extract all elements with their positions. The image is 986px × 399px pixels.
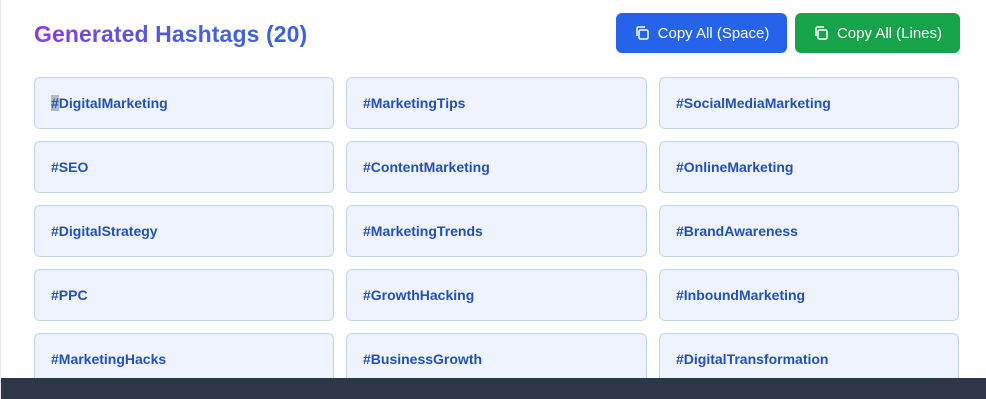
hashtag-chip[interactable]: #PPC [34,269,334,321]
page-title: Generated Hashtags (20) [34,20,308,47]
hashtag-chip[interactable]: #SocialMediaMarketing [659,77,959,129]
hashtag-chip[interactable]: #DigitalStrategy [34,205,334,257]
hashtag-chip[interactable]: #ContentMarketing [346,141,647,193]
copy-all-lines-label: Copy All (Lines) [836,24,943,42]
copy-all-space-label: Copy All (Space) [657,24,770,42]
copy-all-lines-button[interactable]: Copy All (Lines) [795,13,960,53]
hashtag-chip[interactable]: #MarketingTips [346,77,647,129]
hashtag-grid: # DigitalMarketing #MarketingTips #Social… [34,77,959,385]
hashtag-chip[interactable]: #GrowthHacking [346,269,647,321]
bottom-bar [1,378,986,399]
hashtag-chip[interactable]: #InboundMarketing [659,269,959,321]
hashtag-text: DigitalMarketing [58,95,168,111]
hashtag-chip[interactable]: #SEO [34,141,334,193]
hashtag-chip[interactable]: # DigitalMarketing [34,77,334,129]
text-cursor-highlight: # [51,95,59,111]
hashtag-results-panel: Generated Hashtags (20) Copy All (Space) [0,0,986,399]
hashtag-chip[interactable]: #BrandAwareness [659,205,959,257]
copy-actions: Copy All (Space) Copy All (Lines) [616,13,960,53]
copy-icon [634,25,650,41]
copy-all-space-button[interactable]: Copy All (Space) [616,13,787,53]
copy-icon [813,25,829,41]
results-header: Generated Hashtags (20) Copy All (Space) [34,13,960,53]
hashtag-chip[interactable]: #OnlineMarketing [659,141,959,193]
hashtag-chip[interactable]: #MarketingTrends [346,205,647,257]
